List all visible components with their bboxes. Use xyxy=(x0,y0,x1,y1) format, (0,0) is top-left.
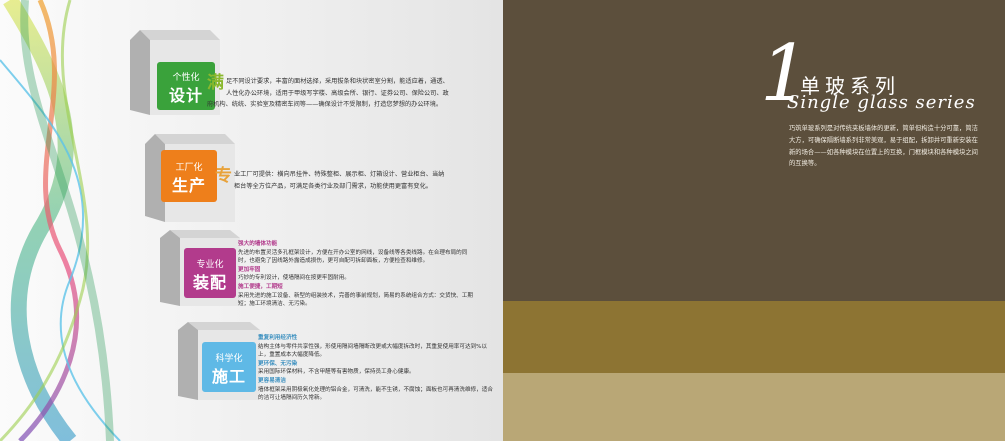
left-page: 个性化 设计 满足不同设计要求，丰富的面材选择，采用拔条和块状密室分割，能适应着… xyxy=(0,0,503,441)
olive-band xyxy=(503,301,1005,373)
construction-sections: 重复利用经济性 结构主体与零件共享性强，形使用隔间墙隔断改更或大幅度拆改时，其重… xyxy=(258,334,498,403)
cube-large-label: 生产 xyxy=(171,176,206,195)
section-heading: 更环保、无污染 xyxy=(258,360,298,367)
right-page xyxy=(503,0,1005,441)
tan-band xyxy=(503,373,1005,441)
cube-construction: 科学化 施工 xyxy=(178,322,260,404)
production-paragraph: 专业工厂可提供：横向吊挂件、特殊整柜、展示柜、灯箱设计、营业柜台、当纳柜台等全方… xyxy=(215,166,445,190)
section-heading: 施工便捷，工期短 xyxy=(238,283,283,290)
section-heading: 强大的墙体功能 xyxy=(238,241,278,247)
cube-large-label: 施工 xyxy=(211,367,246,386)
section-text: 先进的布置灵活多孔框架设计，方便在开办公室的网线，设备线等各类线路。在合理布局的… xyxy=(238,249,468,265)
decorative-swirl xyxy=(0,0,121,441)
section-text: 巧妙的专利设计，使墙隔间在按更牢固耐用。 xyxy=(238,275,350,282)
section-text: 墙体框架采用阴极氧化处理的铝合金，可清洗，能不生锈，不腐蚀；面板也可再清洗维修，… xyxy=(258,386,493,402)
design-paragraph: 满足不同设计要求，丰富的面材选择，采用拔条和块状密室分割，能适应着，通透、人性化… xyxy=(207,73,449,109)
section-text: 结构主体与零件共享性强，形使用隔间墙隔断改更或大幅度拆改时，其重复使用率可达到%… xyxy=(258,343,488,359)
series-subtitle: Single glass series xyxy=(787,92,976,113)
section-heading: 更容易清洁 xyxy=(258,377,286,384)
cube-large-label: 设计 xyxy=(168,86,203,105)
drop-cap: 满 xyxy=(207,73,224,93)
cube-assembly: 专业化 装配 xyxy=(160,230,240,310)
section-heading: 更加牢固 xyxy=(238,266,261,273)
section-text: 采用国际环保材料，不含甲醛等有害物质，保持员工身心健康。 xyxy=(258,369,415,376)
drop-cap: 专 xyxy=(215,166,232,186)
section-text: 采用先进的施工设备、新型的组装技术，完善的事前规划，简易的系统组合方式：交货快、… xyxy=(238,292,473,308)
series-description: 巧筑单玻系列是对传统夹板墙体的更新，简单但构造十分可靠，简洁大方，可确保隔断墙系… xyxy=(789,125,978,168)
assembly-sections: 强大的墙体功能 先进的布置灵活多孔框架设计，方便在开办公室的网线，设备线等各类线… xyxy=(238,240,478,309)
cube-large-label: 装配 xyxy=(192,273,227,292)
section-heading: 重复利用经济性 xyxy=(258,335,298,341)
